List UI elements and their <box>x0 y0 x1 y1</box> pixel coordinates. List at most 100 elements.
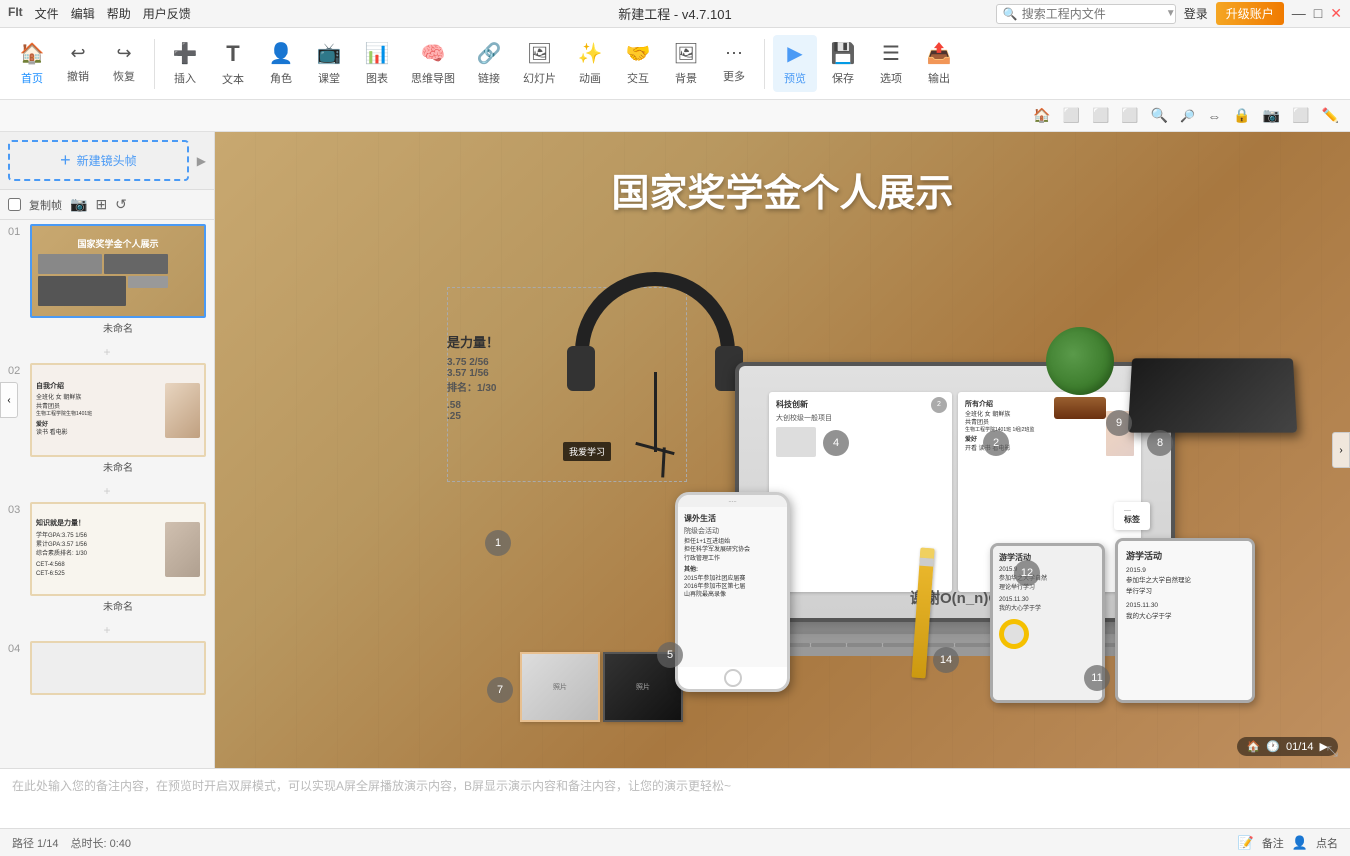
icon-camera[interactable]: 📷 <box>1260 104 1283 127</box>
video-label: 我爱学习 <box>563 442 611 461</box>
icon-square[interactable]: ⬜ <box>1289 104 1312 127</box>
search-dropdown-icon[interactable]: ▼ <box>1166 8 1176 19</box>
title-right-controls: 🔍 ▼ 登录 升级账户 — □ ✕ <box>996 2 1342 25</box>
copy-frame-label: 复制帧 <box>29 197 62 213</box>
slide-thumb-03[interactable]: 知识就是力量！ 学年GPA:3.75 1/56 累计GPA:3.57 1/56 … <box>30 502 206 596</box>
icon-home2[interactable]: 🏠 <box>1030 104 1053 127</box>
knowledge-rank: 排名：1/30 <box>447 379 499 394</box>
tablet-right[interactable]: 游学活动 2015.9 参加华之大学自然理论 举行学习 2015.11.30 我… <box>1115 538 1255 703</box>
toolbar-group-left: 🏠 首页 ↩ 撤销 ↪ 恢复 <box>10 35 146 92</box>
sidebar: + 新建镜头帧 ▶ 复制帧 📷 ⊞ ↺ 01 国家奖学金个人展示 <box>0 132 215 768</box>
copy-frame-checkbox[interactable] <box>8 198 21 211</box>
menu-bar: FIt 文件 编辑 帮助 用户反馈 <box>8 5 191 22</box>
points-label[interactable]: 点名 <box>1316 835 1338 851</box>
slide-num-03: 03 <box>8 502 24 516</box>
status-path: 路径 1/14 <box>12 835 58 851</box>
toolbar-preview[interactable]: ▶ 预览 <box>773 35 817 92</box>
icon-fit[interactable]: ⇔ <box>1204 105 1224 127</box>
badge-2: 2 <box>983 430 1009 456</box>
search-input[interactable] <box>1022 7 1162 21</box>
animate-icon: ✨ <box>578 41 603 66</box>
toolbar-role[interactable]: 👤 角色 <box>259 35 303 92</box>
icon-frame2[interactable]: ⬜ <box>1089 104 1112 127</box>
slide-thumb-04[interactable] <box>30 641 206 695</box>
toolbar-mindmap[interactable]: 🧠 思维导图 <box>403 35 463 92</box>
interact-icon: 🤝 <box>626 41 651 66</box>
phone-home-btn <box>678 667 787 689</box>
slide-item-03[interactable]: 03 知识就是力量！ 学年GPA:3.75 1/56 累计GPA:3.57 1/… <box>8 502 206 615</box>
sidebar-dropdown-icon[interactable]: ▶ <box>197 154 206 168</box>
rotate-tool-icon[interactable]: ↺ <box>115 196 127 213</box>
slide-sep-02: + <box>8 480 206 502</box>
icon-toolbar: 🏠 ⬜ ⬜ ⬜ 🔍 🔎 ⇔ 🔒 📷 ⬜ ✏️ <box>0 100 1350 132</box>
icon-edit[interactable]: ✏️ <box>1319 104 1342 127</box>
left-collapse-arrow[interactable]: ‹ <box>0 382 18 418</box>
toolbar-home[interactable]: 🏠 首页 <box>10 35 54 92</box>
toolbar-more[interactable]: ⋯ 更多 <box>712 37 756 90</box>
status-left: 路径 1/14 总时长: 0:40 <box>12 835 131 851</box>
frame-indicator: 🏠 🕐 01/14 ▶ <box>1237 737 1338 756</box>
toolbar-slideshow[interactable]: 🖼 幻灯片 <box>515 35 564 92</box>
knowledge-panel: 是力量！ 3.75 2/56 3.57 1/56 排名：1/30 .58 .25 <box>447 332 499 422</box>
close-button[interactable]: ✕ <box>1330 5 1342 22</box>
maximize-button[interactable]: □ <box>1314 5 1322 22</box>
right-collapse-arrow[interactable]: › <box>1332 432 1350 468</box>
knowledge-stat2: 3.57 1/56 <box>447 368 499 379</box>
toolbar-animate[interactable]: ✨ 动画 <box>568 35 612 92</box>
notes-area[interactable]: 在此处输入您的备注内容，在预览时开启双屏模式，可以实现A屏全屏播放演示内容，B屏… <box>0 769 1350 828</box>
tag-item: — 标签 <box>1114 502 1150 530</box>
search-icon: 🔍 <box>1003 7 1018 21</box>
crop-tool-icon[interactable]: ⊞ <box>95 196 107 213</box>
toolbar-save[interactable]: 💾 保存 <box>821 35 865 92</box>
phone-card[interactable]: ..... 课外生活 院级会活动 担任1+1互进组始 担任科学军发展研究协会 行… <box>675 492 790 692</box>
minimize-button[interactable]: — <box>1292 5 1306 22</box>
status-bar: 路径 1/14 总时长: 0:40 📝 备注 👤 点名 <box>0 828 1350 856</box>
canvas-title[interactable]: 国家奖学金个人展示 <box>611 162 953 217</box>
slide-item-02[interactable]: 02 自我介绍 全班化 女 朝鲜族 共青团员 生物工程学院生物1401班 爱好 … <box>8 363 206 476</box>
icon-lock[interactable]: 🔒 <box>1230 104 1253 127</box>
badge-11: 11 <box>1084 665 1110 691</box>
main-toolbar: 🏠 首页 ↩ 撤销 ↪ 恢复 ➕ 插入 T 文本 👤 角色 📺 课堂 📊 图表 … <box>0 28 1350 100</box>
toolbar-options[interactable]: ☰ 选项 <box>869 35 913 92</box>
toolbar-classroom[interactable]: 📺 课堂 <box>307 35 351 92</box>
slide-num-01: 01 <box>8 224 24 238</box>
notes-label[interactable]: 备注 <box>1262 835 1284 851</box>
points-icon[interactable]: 👤 <box>1292 835 1308 851</box>
menu-feedback[interactable]: 用户反馈 <box>143 5 191 22</box>
toolbar-bg[interactable]: 🖼 背景 <box>664 35 708 92</box>
badge-1: 1 <box>485 530 511 556</box>
slide-thumb-02[interactable]: 自我介绍 全班化 女 朝鲜族 共青团员 生物工程学院生物1401班 爱好 读书 … <box>30 363 206 457</box>
camera-tool-icon[interactable]: 📷 <box>70 196 87 213</box>
toolbar-link[interactable]: 🔗 链接 <box>467 35 511 92</box>
undo-icon: ↩ <box>70 43 85 64</box>
upgrade-button[interactable]: 升级账户 <box>1216 2 1284 25</box>
toolbar-undo[interactable]: ↩ 撤销 <box>56 37 100 90</box>
menu-file[interactable]: 文件 <box>35 5 59 22</box>
slide-item-01[interactable]: 01 国家奖学金个人展示 未命名 <box>8 224 206 337</box>
status-duration: 总时长: 0:40 <box>70 835 131 851</box>
phone-title: 课外生活 <box>684 513 781 524</box>
toolbar-redo[interactable]: ↪ 恢复 <box>102 37 146 90</box>
slide-title-01: 未命名 <box>30 318 206 337</box>
slide-sep-03: + <box>8 619 206 641</box>
toolbar-insert[interactable]: ➕ 插入 <box>163 35 207 92</box>
menu-edit[interactable]: 编辑 <box>71 5 95 22</box>
icon-zoom-in[interactable]: 🔍 <box>1148 104 1171 127</box>
photo-card-1[interactable]: 照片 <box>520 652 600 722</box>
icon-zoom-out[interactable]: 🔎 <box>1177 106 1198 126</box>
menu-help[interactable]: 帮助 <box>107 5 131 22</box>
notes-icon[interactable]: 📝 <box>1238 835 1254 851</box>
canvas-area[interactable]: 国家奖学金个人展示 是力量！ 3.75 2/56 3.57 1/56 排名：1/… <box>215 132 1350 768</box>
toolbar-interact[interactable]: 🤝 交互 <box>616 35 660 92</box>
icon-frame1[interactable]: ⬜ <box>1060 104 1083 127</box>
toolbar-chart[interactable]: 📊 图表 <box>355 35 399 92</box>
icon-frame3[interactable]: ⬜ <box>1118 104 1141 127</box>
toolbar-export[interactable]: 📤 输出 <box>917 35 961 92</box>
slide-sep-01: + <box>8 341 206 363</box>
login-button[interactable]: 登录 <box>1184 5 1208 22</box>
new-frame-button[interactable]: + 新建镜头帧 <box>8 140 189 181</box>
toolbar-text[interactable]: T 文本 <box>211 35 255 93</box>
slide-thumb-01[interactable]: 国家奖学金个人展示 <box>30 224 206 318</box>
slide-item-04[interactable]: 04 <box>8 641 206 695</box>
search-box[interactable]: 🔍 ▼ <box>996 4 1176 24</box>
